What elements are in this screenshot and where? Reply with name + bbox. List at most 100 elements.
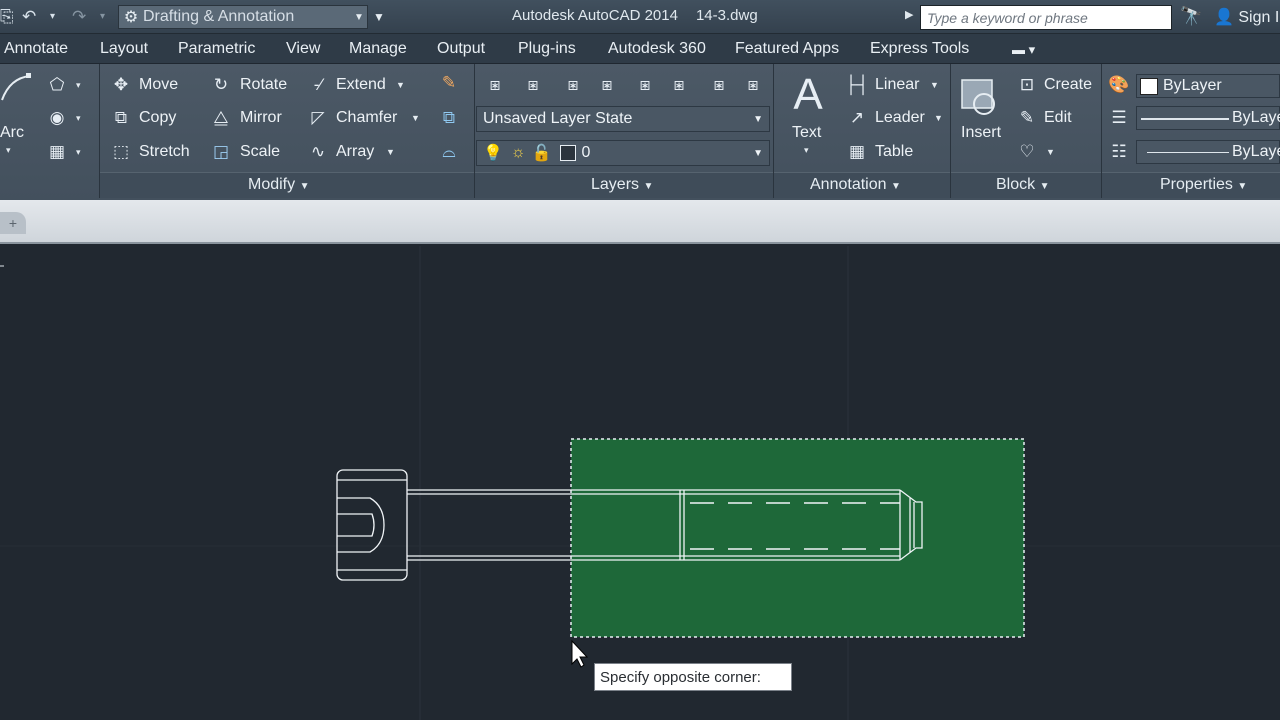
extend-dropdown-icon[interactable]: ▼: [396, 75, 405, 95]
layer-lock-icon[interactable]: ⧆: [666, 75, 692, 95]
sign-in-button[interactable]: 👤 Sign In: [1214, 7, 1280, 27]
ribbon-toggle-icon[interactable]: ▬ ▾: [1012, 42, 1035, 58]
layer-previous-icon[interactable]: ⧆: [740, 75, 766, 95]
offset-icon[interactable]: ⌓: [436, 142, 462, 162]
tab-manage[interactable]: Manage: [349, 40, 407, 58]
array-icon[interactable]: ∿: [305, 142, 331, 162]
explode-icon[interactable]: ⧉: [436, 108, 462, 128]
lineweight-icon[interactable]: ☰: [1106, 108, 1132, 128]
layer-dropdown[interactable]: 💡 ☼ 🔓 0 ▼: [476, 140, 770, 166]
stretch-button[interactable]: Stretch: [139, 142, 190, 162]
insert-button[interactable]: Insert: [961, 123, 1001, 143]
arc-icon[interactable]: [0, 70, 40, 120]
search-expand-icon[interactable]: ▶: [905, 8, 913, 21]
drawing-canvas[interactable]: [0, 246, 1280, 720]
linear-button[interactable]: Linear: [875, 75, 919, 95]
linear-dropdown-icon[interactable]: ▼: [930, 75, 939, 95]
leader-button[interactable]: Leader: [875, 108, 925, 128]
polygon-icon[interactable]: ⬠: [44, 75, 70, 95]
text-dropdown-icon[interactable]: ▾: [804, 140, 809, 160]
move-icon[interactable]: ✥: [108, 75, 134, 95]
chamfer-button[interactable]: Chamfer: [336, 108, 397, 128]
create-block-icon[interactable]: ⊡: [1014, 75, 1040, 95]
table-button[interactable]: Table: [875, 142, 913, 162]
binoculars-icon[interactable]: 🔭: [1180, 6, 1202, 27]
undo-dropdown-icon[interactable]: ▾: [50, 7, 55, 27]
layer-off-icon[interactable]: ⧆: [560, 75, 586, 95]
create-button[interactable]: Create: [1044, 75, 1092, 95]
new-tab-button[interactable]: +: [0, 212, 26, 234]
annotation-panel-title[interactable]: Annotation ▼: [810, 176, 901, 194]
arc-dropdown-icon[interactable]: ▾: [6, 140, 11, 160]
ellipse-icon[interactable]: ◉: [44, 108, 70, 128]
chamfer-dropdown-icon[interactable]: ▼: [411, 108, 420, 128]
leader-dropdown-icon[interactable]: ▼: [934, 108, 943, 128]
properties-panel-title[interactable]: Properties ▼: [1160, 176, 1247, 194]
ellipse-dropdown-icon[interactable]: ▾: [76, 108, 81, 128]
layer-properties-icon[interactable]: ⧆: [482, 75, 508, 95]
edit-button[interactable]: Edit: [1044, 108, 1072, 128]
layer-state-icon[interactable]: ⧆: [520, 75, 546, 95]
edit-block-icon[interactable]: ✎: [1014, 108, 1040, 128]
tab-view[interactable]: View: [286, 40, 320, 58]
layer-isolate-icon[interactable]: ⧆: [594, 75, 620, 95]
tab-parametric[interactable]: Parametric: [178, 40, 255, 58]
chamfer-icon[interactable]: ◸: [305, 108, 331, 128]
hatch-dropdown-icon[interactable]: ▾: [76, 142, 81, 162]
tab-autodesk-360[interactable]: Autodesk 360: [608, 40, 706, 58]
linear-dimension-icon[interactable]: ├┤: [844, 75, 870, 95]
leader-icon[interactable]: ↗: [844, 108, 870, 128]
arc-label[interactable]: Arc: [0, 123, 24, 143]
modify-panel-title[interactable]: Modify ▼: [248, 176, 309, 194]
attribute-dropdown-icon[interactable]: ▼: [1046, 142, 1055, 162]
copy-button[interactable]: Copy: [139, 108, 176, 128]
color-wheel-icon[interactable]: 🎨: [1106, 75, 1132, 95]
bolt-head[interactable]: [336, 469, 408, 581]
drawing-svg[interactable]: [0, 246, 1280, 720]
linetype-dropdown[interactable]: ByLayer: [1136, 140, 1280, 164]
layer-state-dropdown[interactable]: Unsaved Layer State ▼: [476, 106, 770, 132]
lightbulb-icon: 💡: [483, 145, 503, 162]
insert-block-icon[interactable]: [958, 74, 1004, 118]
undo-icon[interactable]: ↶: [22, 7, 36, 27]
block-panel-title[interactable]: Block ▼: [996, 176, 1049, 194]
lineweight-dropdown[interactable]: ByLayer: [1136, 106, 1280, 130]
linetype-icon[interactable]: ☷: [1106, 142, 1132, 162]
mirror-icon[interactable]: ⧋: [208, 108, 234, 128]
redo-dropdown-icon[interactable]: ▾: [100, 7, 105, 27]
redo-icon[interactable]: ↷: [72, 7, 86, 27]
mirror-button[interactable]: Mirror: [240, 108, 282, 128]
layers-panel-title[interactable]: Layers ▼: [591, 176, 653, 194]
layer-freeze-icon[interactable]: ⧆: [632, 75, 658, 95]
rotate-button[interactable]: Rotate: [240, 75, 287, 95]
erase-icon[interactable]: ✎: [436, 73, 462, 93]
extend-icon[interactable]: -⁄: [305, 75, 331, 95]
array-button[interactable]: Array: [336, 142, 374, 162]
copy-icon[interactable]: ⧉: [108, 108, 134, 128]
extend-button[interactable]: Extend: [336, 75, 386, 95]
array-dropdown-icon[interactable]: ▼: [386, 142, 395, 162]
stretch-icon[interactable]: ⬚: [108, 142, 134, 162]
tab-express-tools[interactable]: Express Tools: [870, 40, 969, 58]
table-icon[interactable]: ▦: [844, 142, 870, 162]
tab-output[interactable]: Output: [437, 40, 485, 58]
scale-button[interactable]: Scale: [240, 142, 280, 162]
color-dropdown[interactable]: ByLayer: [1136, 74, 1280, 98]
qat-customize-icon[interactable]: ▼: [370, 7, 388, 27]
unlock-icon: 🔓: [531, 145, 552, 162]
layer-match-icon[interactable]: ⧆: [706, 75, 732, 95]
search-input[interactable]: Type a keyword or phrase: [920, 5, 1172, 30]
hatch-icon[interactable]: ▦: [44, 142, 70, 162]
save-icon[interactable]: ⎘: [0, 7, 14, 27]
attribute-icon[interactable]: ♡: [1014, 142, 1040, 162]
scale-icon[interactable]: ◲: [208, 142, 234, 162]
move-button[interactable]: Move: [139, 75, 178, 95]
tab-annotate[interactable]: Annotate: [4, 40, 68, 58]
workspace-select[interactable]: ⚙ Drafting & Annotation ▼: [118, 5, 368, 29]
text-icon[interactable]: A: [786, 72, 830, 118]
polygon-dropdown-icon[interactable]: ▾: [76, 75, 81, 95]
tab-plug-ins[interactable]: Plug-ins: [518, 40, 576, 58]
tab-featured-apps[interactable]: Featured Apps: [735, 40, 839, 58]
tab-layout[interactable]: Layout: [100, 40, 148, 58]
rotate-icon[interactable]: ↻: [208, 75, 234, 95]
